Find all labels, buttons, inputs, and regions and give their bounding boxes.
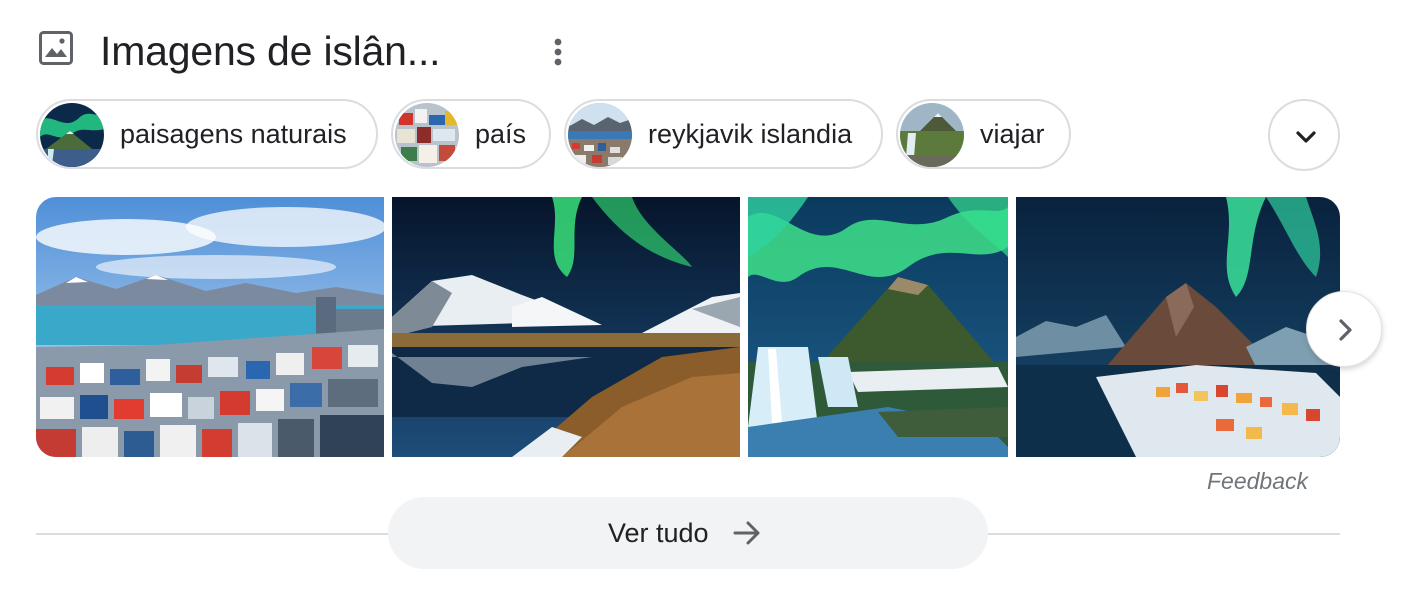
- chip-thumbnail: [900, 103, 964, 167]
- chip-label: país: [475, 119, 527, 149]
- image-result-reykjavik[interactable]: [36, 197, 384, 457]
- expand-chips-button[interactable]: [1268, 99, 1340, 171]
- arrow-right-icon: [733, 521, 760, 545]
- chip-thumbnail: [568, 103, 632, 167]
- chip-thumbnail: [395, 103, 459, 167]
- chip-paisagens-naturais[interactable]: paisagens naturais: [36, 99, 378, 169]
- chip-reykjavik-islandia[interactable]: reykjavik islandia: [564, 99, 883, 169]
- chevron-down-icon: [1296, 131, 1316, 143]
- see-all-label: Ver tudo: [608, 518, 709, 548]
- section-title[interactable]: Imagens de islân...: [100, 26, 441, 76]
- chip-label: reykjavik islandia: [648, 119, 853, 149]
- image-icon: [38, 30, 74, 66]
- image-carousel: [36, 197, 1340, 457]
- divider-left: [36, 533, 388, 535]
- image-result-aurora-village[interactable]: [1016, 197, 1340, 457]
- see-all-button[interactable]: Ver tudo: [388, 497, 988, 569]
- divider-right: [988, 533, 1340, 535]
- image-result-aurora-fjord[interactable]: [392, 197, 740, 457]
- chip-label: viajar: [980, 119, 1045, 149]
- image-results-panel: Imagens de islân... paisagens naturais p…: [0, 0, 1412, 610]
- chip-pais[interactable]: país: [391, 99, 551, 169]
- carousel-next-button[interactable]: [1306, 291, 1382, 367]
- more-options-button[interactable]: [538, 30, 578, 74]
- feedback-link[interactable]: Feedback: [1180, 468, 1308, 495]
- chip-label: paisagens naturais: [120, 119, 347, 149]
- more-vert-icon: [554, 38, 562, 66]
- chip-viajar[interactable]: viajar: [896, 99, 1071, 169]
- chevron-right-icon: [1339, 319, 1352, 341]
- chip-thumbnail: [40, 103, 104, 167]
- image-result-kirkjufell[interactable]: [748, 197, 1008, 457]
